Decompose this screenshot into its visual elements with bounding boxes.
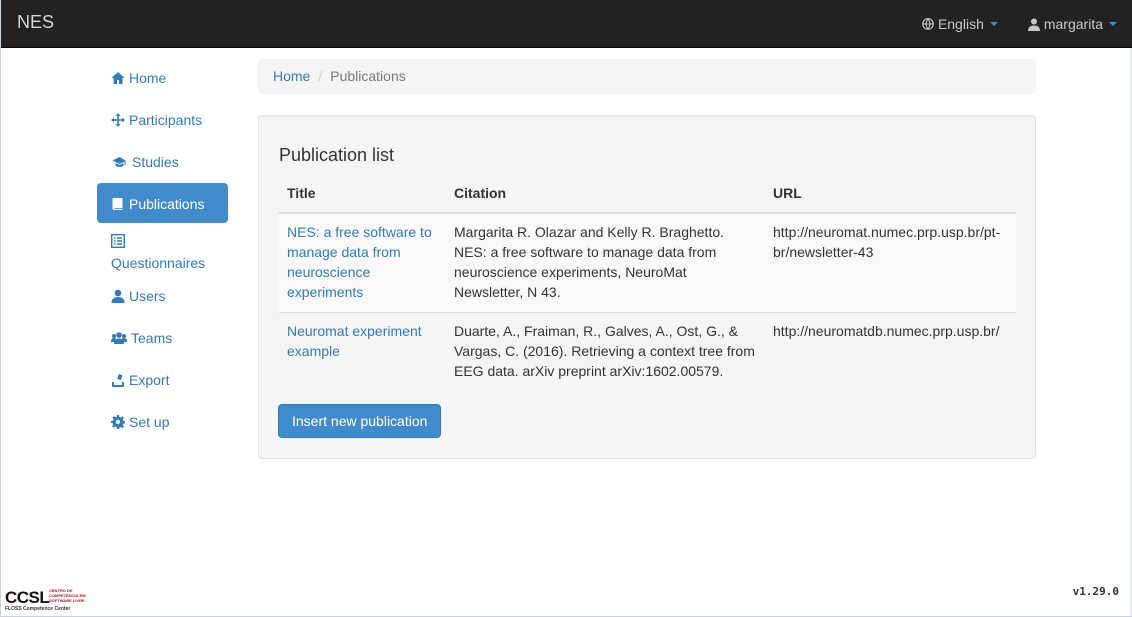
sidebar-item-export[interactable]: Export (97, 359, 228, 401)
column-header-citation: Citation (446, 178, 765, 214)
cog-icon (111, 415, 125, 429)
graduation-cap-icon (112, 157, 126, 167)
chevron-down-icon (1109, 22, 1117, 26)
sidebar-item-label: Publications (129, 196, 205, 212)
top-navbar: NES English margarita (1, 0, 1132, 48)
column-header-title: Title (279, 178, 446, 214)
home-icon (111, 72, 125, 84)
logo-tagline: FLOSS Competence Center (5, 606, 71, 612)
breadcrumb-current: Publications (330, 68, 406, 84)
insert-publication-button[interactable]: Insert new publication (278, 404, 442, 438)
sidebar-nav: Home Participants Studies Publications Q… (97, 57, 228, 443)
version-label: v1.29.0 (1072, 585, 1119, 598)
breadcrumb: Home / Publications (258, 59, 1036, 94)
url-cell: http://neuromatdb.numec.prp.usp.br/ (765, 312, 1016, 391)
column-header-url: URL (765, 178, 1016, 214)
sidebar-item-label: Questionnaires (111, 255, 206, 271)
sidebar-item-participants[interactable]: Participants (97, 99, 228, 141)
sidebar-item-questionnaires[interactable]: Questionnaires (97, 223, 228, 275)
sidebar-item-label: Studies (132, 154, 179, 170)
sidebar-item-label: Export (129, 372, 170, 388)
move-icon (111, 113, 125, 127)
citation-cell: Duarte, A., Fraiman, R., Galves, A., Ost… (446, 312, 765, 391)
globe-icon (922, 18, 934, 30)
chevron-down-icon (989, 22, 998, 26)
navbar-right: English margarita (892, 0, 1117, 48)
sidebar-item-label: Home (129, 70, 167, 86)
user-icon (111, 289, 125, 303)
language-label: English (937, 16, 984, 32)
export-icon (112, 373, 124, 387)
breadcrumb-home-link[interactable]: Home (273, 68, 310, 84)
sidebar-item-label: Set up (129, 414, 170, 430)
title-cell: Neuromat experiment example (279, 312, 446, 391)
url-cell: http://neuromat.numec.prp.usp.br/pt-br/n… (765, 212, 1016, 313)
citation-cell: Margarita R. Olazar and Kelly R. Braghet… (446, 212, 765, 313)
sidebar-item-setup[interactable]: Set up (97, 401, 228, 443)
breadcrumb-separator: / (318, 68, 323, 84)
language-dropdown[interactable]: English (922, 16, 998, 32)
page-title: Publication list (279, 145, 395, 165)
publication-title-link[interactable]: Neuromat experiment example (287, 323, 422, 359)
group-icon (111, 332, 127, 344)
username-label: margarita (1043, 16, 1103, 32)
sidebar-item-label: Teams (131, 330, 173, 346)
logo-text: CCSL (5, 588, 50, 607)
table-row: Neuromat experiment example Duarte, A., … (279, 312, 1016, 391)
list-alt-icon (111, 234, 125, 248)
publication-title-link[interactable]: NES: a free software to manage data from… (287, 224, 432, 300)
ccsl-logo: CCSL CENTRO DE COMPETÊNCIA EM SOFTWARE L… (5, 586, 95, 612)
sidebar-item-teams[interactable]: Teams (97, 317, 228, 359)
user-dropdown[interactable]: margarita (1027, 16, 1117, 32)
sidebar-item-label: Users (129, 288, 166, 304)
sidebar-item-studies[interactable]: Studies (97, 141, 228, 183)
table-header-row: Title Citation URL (279, 178, 1016, 214)
sidebar-item-users[interactable]: Users (97, 275, 228, 317)
sidebar-item-home[interactable]: Home (97, 57, 228, 99)
publications-table: Title Citation URL NES: a free software … (279, 178, 1016, 391)
user-icon (1027, 18, 1040, 31)
publications-panel: Publication list Title Citation URL NES:… (258, 115, 1036, 459)
brand-link[interactable]: NES (17, 12, 54, 32)
logo-subtitle: CENTRO DE COMPETÊNCIA EM SOFTWARE LIVRE (49, 588, 86, 603)
book-icon (112, 198, 123, 210)
sidebar-item-label: Participants (129, 112, 203, 128)
title-cell: NES: a free software to manage data from… (279, 212, 446, 313)
table-row: NES: a free software to manage data from… (279, 212, 1016, 313)
sidebar-item-publications[interactable]: Publications (97, 183, 228, 223)
